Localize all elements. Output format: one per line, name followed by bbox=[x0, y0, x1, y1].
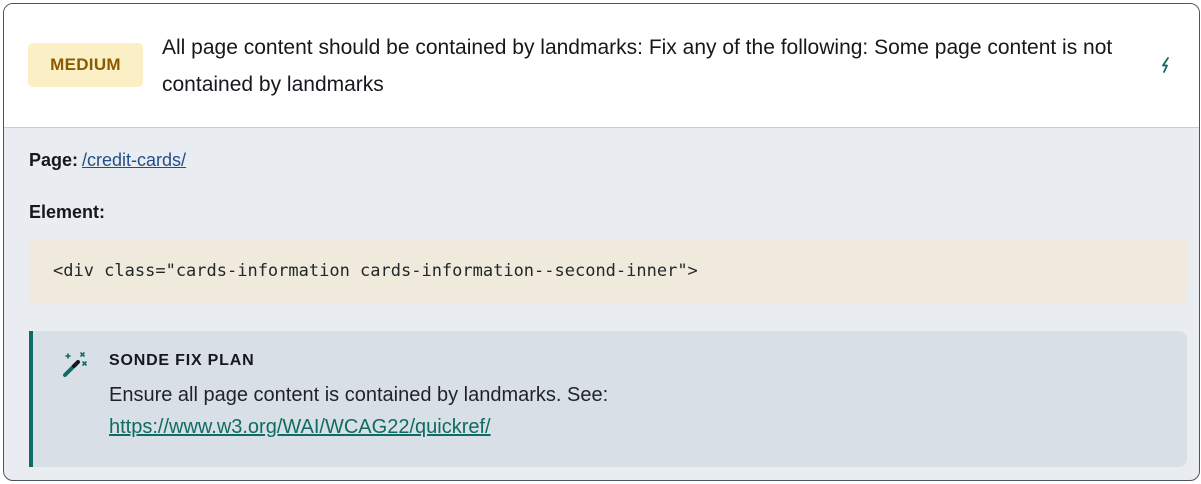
issue-header[interactable]: MEDIUM All page content should be contai… bbox=[4, 4, 1199, 128]
issue-details: Page:/credit-cards/ Element: <div class=… bbox=[4, 128, 1199, 480]
fix-plan-heading: SONDE FIX PLAN bbox=[109, 352, 255, 369]
lightning-icon bbox=[1162, 57, 1169, 73]
wcag-quickref-link[interactable]: https://www.w3.org/WAI/WCAG22/quickref/ bbox=[109, 411, 491, 443]
magic-wand-icon bbox=[63, 352, 87, 377]
page-line: Page:/credit-cards/ bbox=[29, 150, 186, 171]
page-link[interactable]: /credit-cards/ bbox=[82, 150, 186, 170]
element-label: Element: bbox=[29, 202, 106, 222]
severity-badge: MEDIUM bbox=[28, 43, 143, 87]
fix-plan-panel: SONDE FIX PLAN Ensure all page content i… bbox=[29, 331, 1187, 467]
fix-plan-description: Ensure all page content is contained by … bbox=[109, 384, 609, 406]
issue-card: MEDIUM All page content should be contai… bbox=[3, 3, 1200, 481]
element-code: <div class="cards-information cards-info… bbox=[29, 239, 1187, 303]
page-label: Page: bbox=[29, 150, 79, 170]
fix-plan-text: Ensure all page content is contained by … bbox=[109, 379, 608, 443]
issue-title: All page content should be contained by … bbox=[162, 36, 1113, 96]
expand-button[interactable] bbox=[1154, 53, 1178, 77]
